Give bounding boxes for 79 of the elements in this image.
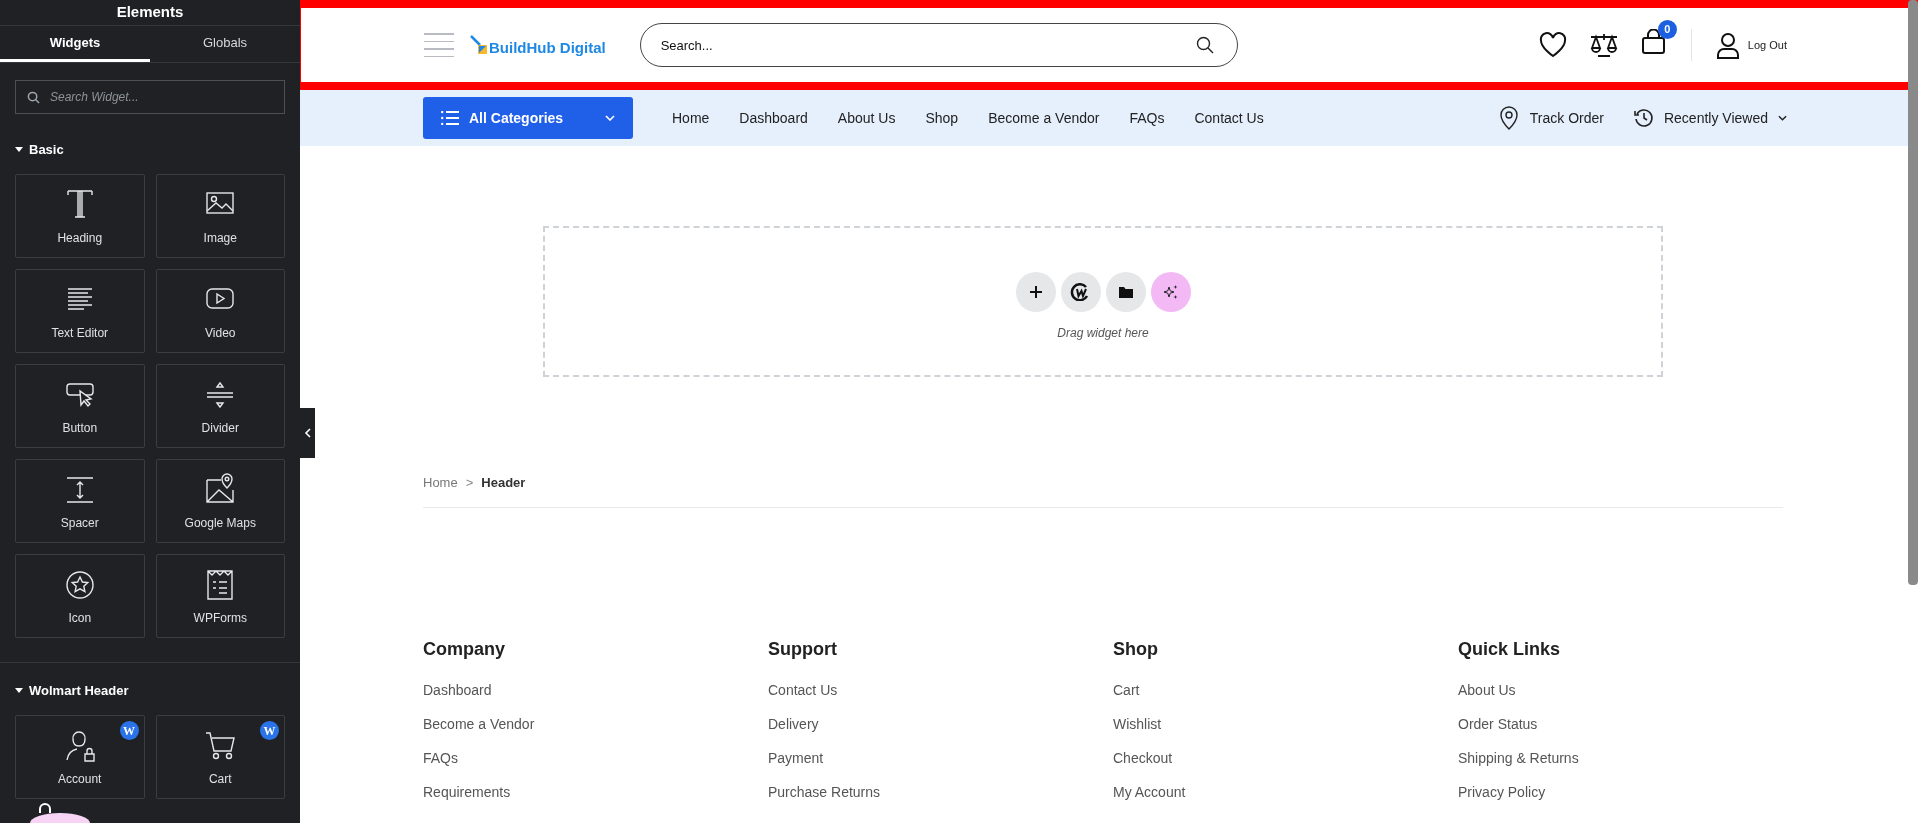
widget-tile[interactable]: Account W [15,715,145,799]
nav-link[interactable]: Home [672,107,710,129]
brand-badge: W [119,721,139,740]
widget-tile[interactable]: Icon [15,554,145,638]
footer-link[interactable]: FAQs [423,747,768,768]
widget-tile[interactable]: Text Editor [15,269,145,353]
search-field[interactable]: Search... [639,23,1238,67]
footer-link[interactable]: Order Status [1458,713,1803,734]
nav-link[interactable]: About Us [837,107,896,129]
footer-heading: Shop [1113,637,1159,661]
recently-viewed-dropdown[interactable]: Recently Viewed [1633,107,1787,129]
user-icon [1715,31,1740,59]
folder-icon [1118,285,1133,298]
section-toggle[interactable]: Wolmart Header [15,679,129,703]
chevron-down-icon [605,115,615,121]
widget-tile[interactable]: Google Maps [155,459,285,543]
footer-link[interactable]: Delivery [768,713,1113,734]
logout-link[interactable]: Log Out [1715,31,1787,59]
chevron-down-icon [1778,115,1787,121]
drop-hint: Drag widget here [1057,324,1149,342]
search-icon [27,91,40,104]
breadcrumb-current: Header [481,474,526,492]
brand-badge: W [260,721,279,740]
logo[interactable]: BuildHub Digital [470,35,606,55]
categories-button[interactable]: All Categories [423,97,633,139]
footer-link[interactable]: Dashboard [423,679,768,700]
footer-link[interactable]: Payment [768,747,1113,768]
widget-tile[interactable]: Video [155,269,285,353]
breadcrumb-link[interactable]: Home [423,473,458,493]
footer-heading: Support [768,637,838,661]
footer-link[interactable]: Checkout [1113,747,1458,768]
breadcrumb-separator: > [465,474,474,492]
panel-title: Elements [0,0,300,26]
nav-link[interactable]: Dashboard [739,107,808,129]
history-icon [1633,108,1654,128]
widget-tile[interactable]: Cart W [155,715,285,799]
list-icon [441,111,459,125]
footer-link[interactable]: Requirements [423,781,768,802]
widget-tile[interactable]: Button [15,364,145,448]
footer-link[interactable]: Privacy Policy [1458,781,1803,802]
widget-tile[interactable]: Spacer [15,459,145,543]
track-order-link[interactable]: Track Order [1499,106,1604,130]
footer-link[interactable]: Shipping & Returns [1458,747,1803,768]
nav-link[interactable]: Contact Us [1194,107,1264,129]
compare-button[interactable] [1588,32,1619,58]
footer-link[interactable]: My Account [1113,781,1458,802]
footer-link[interactable]: Purchase Returns [768,781,1113,802]
footer-heading: Quick Links [1458,637,1562,661]
wishlist-button[interactable] [1538,32,1567,58]
chevron-left-icon [303,428,312,438]
panel-tab[interactable]: Globals [150,26,300,62]
scrollbar-thumb[interactable] [1908,0,1918,585]
footer-link[interactable]: Cart [1113,679,1458,700]
scales-icon [1588,32,1619,58]
footer-link[interactable]: Become a Vendor [423,713,768,734]
section-toggle[interactable]: Basic [15,138,64,162]
footer-heading: Company [423,637,506,661]
nav-link[interactable]: FAQs [1129,107,1165,129]
search-field[interactable]: Search Widget... [15,80,285,114]
widget-tile[interactable]: Heading [15,174,145,258]
footer-link[interactable]: Contact Us [768,679,1113,700]
widget-tile[interactable]: Divider [155,364,285,448]
footer-link[interactable]: Wishlist [1113,713,1458,734]
location-pin-icon [1499,106,1518,130]
cart-count: 0 [1657,19,1677,39]
nav-link[interactable]: Become a Vendor [988,107,1100,129]
widget-tile[interactable]: Image [155,174,285,258]
caret-icon [15,688,23,694]
trowel-icon [470,35,488,55]
plus-icon [1028,284,1043,299]
search-icon [1195,36,1214,54]
nav-link[interactable]: Shop [925,107,959,129]
heart-icon [1538,32,1567,58]
collapse-handle[interactable] [300,408,315,458]
widget-tile[interactable]: WPForms [155,554,285,638]
caret-icon [15,147,23,153]
footer-link[interactable]: About Us [1458,679,1803,700]
panel-tab[interactable]: Widgets [0,26,150,62]
sparkle-icon [1162,283,1179,300]
